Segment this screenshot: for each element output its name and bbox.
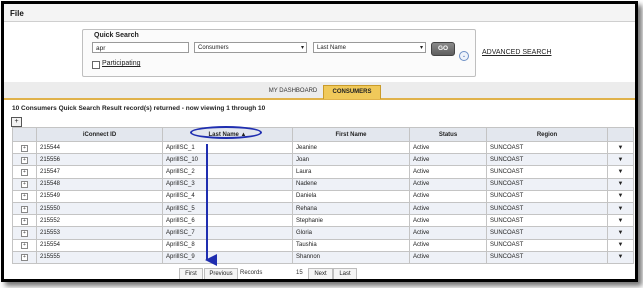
app-window: File Quick Search apr Consumers ▾ Last N… bbox=[1, 1, 638, 282]
records-per-page-value[interactable]: 15 bbox=[296, 268, 303, 278]
first-page-button[interactable]: First bbox=[179, 268, 203, 279]
records-per-page-label: Records per page bbox=[240, 270, 263, 276]
next-page-button[interactable]: Next bbox=[308, 268, 333, 279]
previous-page-button[interactable]: Previous bbox=[204, 268, 238, 279]
annotation-arrow bbox=[205, 144, 217, 266]
last-page-button[interactable]: Last bbox=[333, 268, 357, 279]
